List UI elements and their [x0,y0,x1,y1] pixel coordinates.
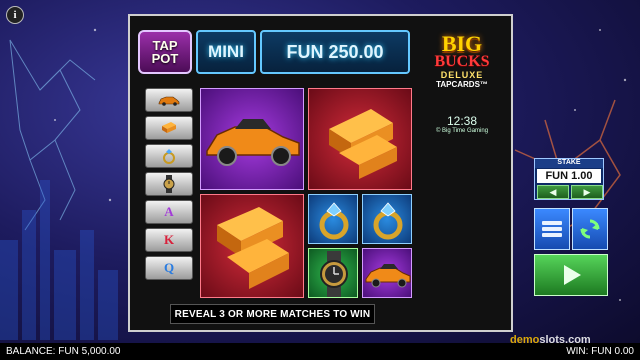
tile-gold-bar-large-bottom[interactable] [200,194,304,298]
balance-text: BALANCE: FUN 5,000.00 [6,346,121,357]
stake-decrease-button[interactable]: ◀ [537,185,569,199]
reveal-grid [200,88,412,298]
gold-bar-icon [217,207,289,289]
copyright: © Big Time Gaming [435,128,489,134]
paytable-item-queen: Q [145,256,193,280]
ring-icon [319,202,349,240]
watch-icon [320,251,348,297]
car-icon [158,96,180,106]
triangle-left-icon: ◀ [549,186,557,197]
car-icon [365,264,411,288]
stake-panel: STAKE FUN 1.00 ◀ ▶ [534,158,604,200]
paytable-item-king: K [145,228,193,252]
hamburger-icon [542,221,562,237]
paytable-item-ace: A [145,200,193,224]
card-king-label: K [163,232,175,247]
watermark-part1: demo [510,334,540,346]
ring-icon [373,202,403,240]
clock: 12:38 [446,114,478,128]
card-queen-label: Q [163,260,175,275]
stake-increase-button[interactable]: ▶ [571,185,603,199]
paytable-item-watch [145,172,193,196]
paytable-item-car [145,88,193,112]
triangle-right-icon: ▶ [583,186,591,197]
ring-icon [163,149,175,164]
paytable: A K Q [145,88,195,284]
stake-label: STAKE [535,159,603,168]
game-logo: BIG BUCKS DELUXE TAPCARDS™ [420,31,504,108]
play-icon [564,265,581,285]
logo-deluxe: DELUXE [440,70,484,80]
logo-bucks: BUCKS [434,53,490,70]
info-icon: i [13,9,17,21]
win-text: WIN: FUN 0.00 [566,346,634,357]
tile-ring-2[interactable] [362,194,412,244]
gold-bar-icon [329,109,397,179]
tap-pot-button[interactable]: TAP POT [138,30,192,74]
menu-button[interactable] [534,208,570,250]
paytable-item-ring [145,144,193,168]
car-icon [206,119,300,166]
instruction-message: REVEAL 3 OR MORE MATCHES TO WIN [170,304,375,324]
tap-pot-label-line2: POT [151,51,179,66]
paytable-item-gold-bar [145,116,193,140]
watermark-part2: slots.com [539,334,591,346]
watermark: demoslots.com [510,334,591,346]
logo-big: BIG [441,31,483,56]
tile-ring-1[interactable] [308,194,358,244]
tile-car-small[interactable] [362,248,412,298]
autoplay-button[interactable] [572,208,608,250]
tile-car-large[interactable] [200,88,304,190]
jackpot-amount: FUN 250.00 [260,30,410,74]
info-button[interactable]: i [6,6,24,24]
tile-watch[interactable] [308,248,358,298]
play-button[interactable] [534,254,608,296]
jackpot-tier: MINI [196,30,256,74]
refresh-icon [580,219,600,239]
tile-gold-bar-large-top[interactable] [308,88,412,190]
watch-icon [163,175,175,193]
gold-bar-icon [162,122,176,133]
logo-tapcards: TAPCARDS™ [436,80,488,89]
jackpot-bar: TAP POT MINI FUN 250.00 [138,26,412,78]
stake-value: FUN 1.00 [537,169,601,183]
card-ace-label: A [164,204,174,219]
